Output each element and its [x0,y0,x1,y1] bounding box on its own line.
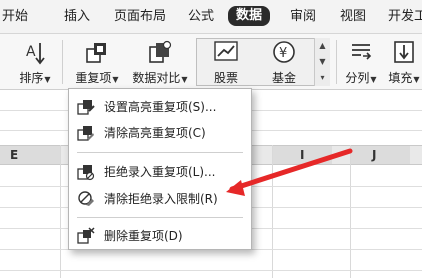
gallery-scroll[interactable]: ▲ ▼ ▾ [314,38,330,86]
gallery-up-icon[interactable]: ▲ [315,38,330,54]
gallery-down-icon[interactable]: ▼ [315,54,330,70]
data-compare-button[interactable]: 数据对比▼ [128,36,192,88]
tab-developer[interactable]: 开发工 [388,8,422,26]
duplicates-label: 重复项 [75,71,112,85]
menu-item-label: 删除重复项(D) [104,229,183,243]
fill-down-icon [393,40,415,68]
grid-column-line [272,145,273,278]
ribbon-divider [62,40,63,84]
split-column-button[interactable]: 分列▼ [340,36,382,88]
menu-item-clear-highlight[interactable]: 清除高亮重复项(C) [69,120,251,146]
clear-restriction-icon [77,190,95,212]
tab-data[interactable]: 数据 [228,6,271,26]
menu-item-delete-duplicates[interactable]: 删除重复项(D) [69,223,251,249]
ribbon-toolbar: A 排序▼ 重复项▼ 数据对比▼ 股票 ¥ 基金 ▲ ▼ ▾ 分列▼ 填充▼ [0,34,422,90]
sort-button[interactable]: A 排序▼ [14,36,56,88]
stocks-label: 股票 [213,71,238,85]
svg-text:A: A [26,44,36,60]
menu-item-label: 清除高亮重复项(C) [104,126,206,140]
menu-item-label: 清除拒绝录入限制(R) [104,192,218,206]
split-column-label: 分列 [345,71,370,85]
column-label-E: E [10,148,19,162]
data-compare-icon [147,40,173,70]
column-header-J[interactable] [350,146,410,164]
grid-column-line [350,145,351,278]
tab-home[interactable]: 开始 [2,8,28,26]
fill-label: 填充 [388,71,413,85]
gallery-more-icon[interactable]: ▾ [315,70,330,86]
svg-text:¥: ¥ [279,46,287,61]
reject-duplicates-icon [77,163,95,185]
duplicates-dropdown-menu: 设置高亮重复项(S)... 清除高亮重复项(C) 拒绝录入重复项(L)... 清… [68,88,252,250]
clear-highlight-icon [77,124,95,146]
menu-item-clear-restriction[interactable]: 清除拒绝录入限制(R) [69,186,251,212]
tab-page-layout[interactable]: 页面布局 [114,8,166,26]
menu-item-label: 拒绝录入重复项(L)... [104,165,216,179]
grid-line [0,270,422,271]
sort-icon: A [23,40,47,70]
split-column-icon [349,40,373,68]
column-label-J: J [372,148,377,162]
duplicates-button[interactable]: 重复项▼ [68,36,126,88]
menu-item-reject-duplicates[interactable]: 拒绝录入重复项(L)... [69,159,251,185]
stocks-button[interactable]: 股票 [200,36,252,88]
delete-duplicates-icon [77,227,95,249]
data-compare-label: 数据对比 [132,71,181,85]
fill-button[interactable]: 填充▼ [384,36,422,88]
menu-item-highlight-duplicates[interactable]: 设置高亮重复项(S)... [69,94,251,120]
tab-insert[interactable]: 插入 [64,8,90,26]
stock-chart-icon [213,40,239,68]
fund-button[interactable]: ¥ 基金 [258,36,310,88]
tab-review[interactable]: 审阅 [290,8,316,26]
duplicates-icon [84,40,110,70]
menu-separator [77,217,243,218]
column-header-E[interactable] [0,146,60,164]
ribbon-tabs: 开始 插入 页面布局 公式 数据 审阅 视图 开发工 [0,0,422,34]
tab-view[interactable]: 视图 [340,8,366,26]
menu-separator [77,152,243,153]
sort-label: 排序 [19,71,44,85]
fund-label: 基金 [271,71,296,85]
column-label-I: I [300,148,305,162]
highlight-duplicates-icon [77,98,95,120]
grid-column-line [60,145,61,278]
fund-yen-icon: ¥ [272,40,296,68]
tab-formulas[interactable]: 公式 [188,8,214,26]
ribbon-divider-2 [336,40,337,84]
menu-item-label: 设置高亮重复项(S)... [104,100,217,114]
